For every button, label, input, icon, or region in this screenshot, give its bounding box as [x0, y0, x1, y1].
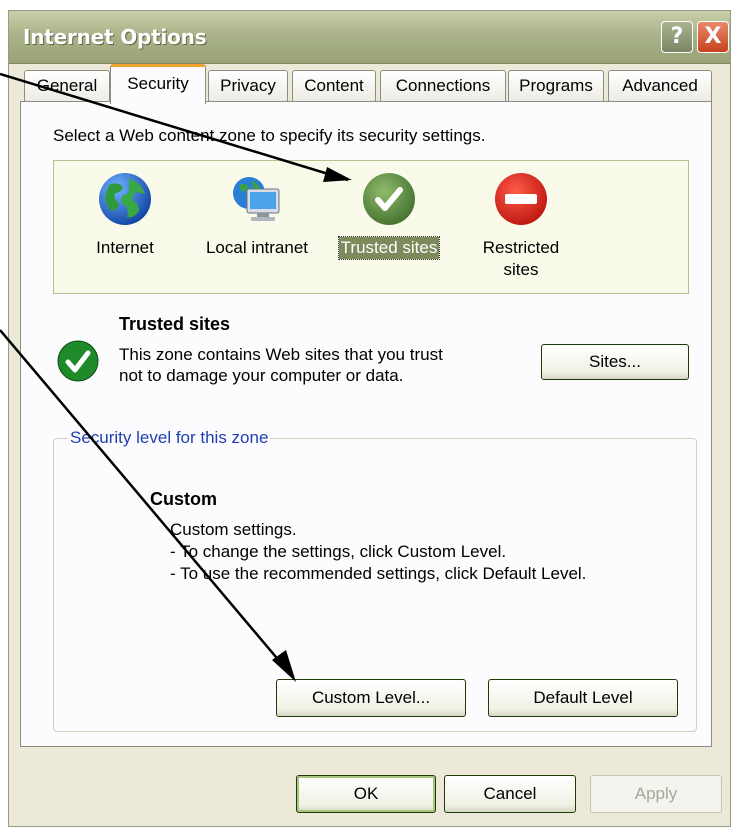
tab-general[interactable]: General — [24, 70, 110, 102]
zone-trusted-sites-label: Trusted sites — [337, 236, 441, 260]
sites-button[interactable]: Sites... — [541, 344, 689, 380]
zone-list: Internet Local intranet Trusted sites Re… — [53, 160, 689, 294]
zone-internet[interactable]: Internet — [60, 171, 190, 259]
trusted-sites-check-icon — [57, 340, 99, 382]
title-bar[interactable]: Internet Options ? X — [9, 11, 730, 64]
zone-restricted-sites[interactable]: Restricted sites — [456, 171, 586, 281]
tab-security[interactable]: Security — [110, 64, 206, 104]
ok-button[interactable]: OK — [296, 775, 436, 813]
zone-restricted-sites-label: Restricted sites — [482, 238, 560, 279]
security-level-legend: Security level for this zone — [68, 428, 271, 448]
security-level-title: Custom — [150, 489, 217, 509]
tab-connections[interactable]: Connections — [380, 70, 506, 102]
globe-icon — [97, 171, 153, 227]
zone-trusted-sites[interactable]: Trusted sites — [324, 171, 454, 260]
security-level-group: Security level for this zone Custom Cust… — [53, 428, 697, 732]
selected-zone-description: This zone contains Web sites that you tr… — [119, 345, 443, 385]
zone-local-intranet[interactable]: Local intranet — [192, 171, 322, 259]
help-button[interactable]: ? — [661, 21, 693, 53]
level-desc-line-3: - To use the recommended settings, click… — [170, 564, 587, 583]
intranet-icon — [229, 171, 285, 227]
window-title: Internet Options — [23, 25, 207, 49]
zone-internet-label: Internet — [96, 238, 154, 257]
tab-privacy[interactable]: Privacy — [208, 70, 288, 102]
tab-content[interactable]: Content — [292, 70, 376, 102]
tab-advanced[interactable]: Advanced — [608, 70, 712, 102]
check-circle-icon — [361, 171, 417, 227]
tab-programs[interactable]: Programs — [508, 70, 604, 102]
no-entry-icon — [493, 171, 549, 227]
default-level-button[interactable]: Default Level — [488, 679, 678, 717]
custom-level-button[interactable]: Custom Level... — [276, 679, 466, 717]
close-button[interactable]: X — [697, 21, 729, 53]
zone-local-intranet-label: Local intranet — [205, 238, 309, 257]
level-desc-line-1: Custom settings. — [170, 520, 297, 539]
level-desc-line-2: - To change the settings, click Custom L… — [170, 542, 507, 561]
zone-instruction: Select a Web content zone to specify its… — [53, 126, 486, 145]
security-tab-panel: Select a Web content zone to specify its… — [20, 101, 712, 747]
apply-button: Apply — [590, 775, 722, 813]
selected-zone-title: Trusted sites — [119, 314, 231, 334]
security-level-description: Custom settings. - To change the setting… — [170, 519, 586, 585]
cancel-button[interactable]: Cancel — [444, 775, 576, 813]
